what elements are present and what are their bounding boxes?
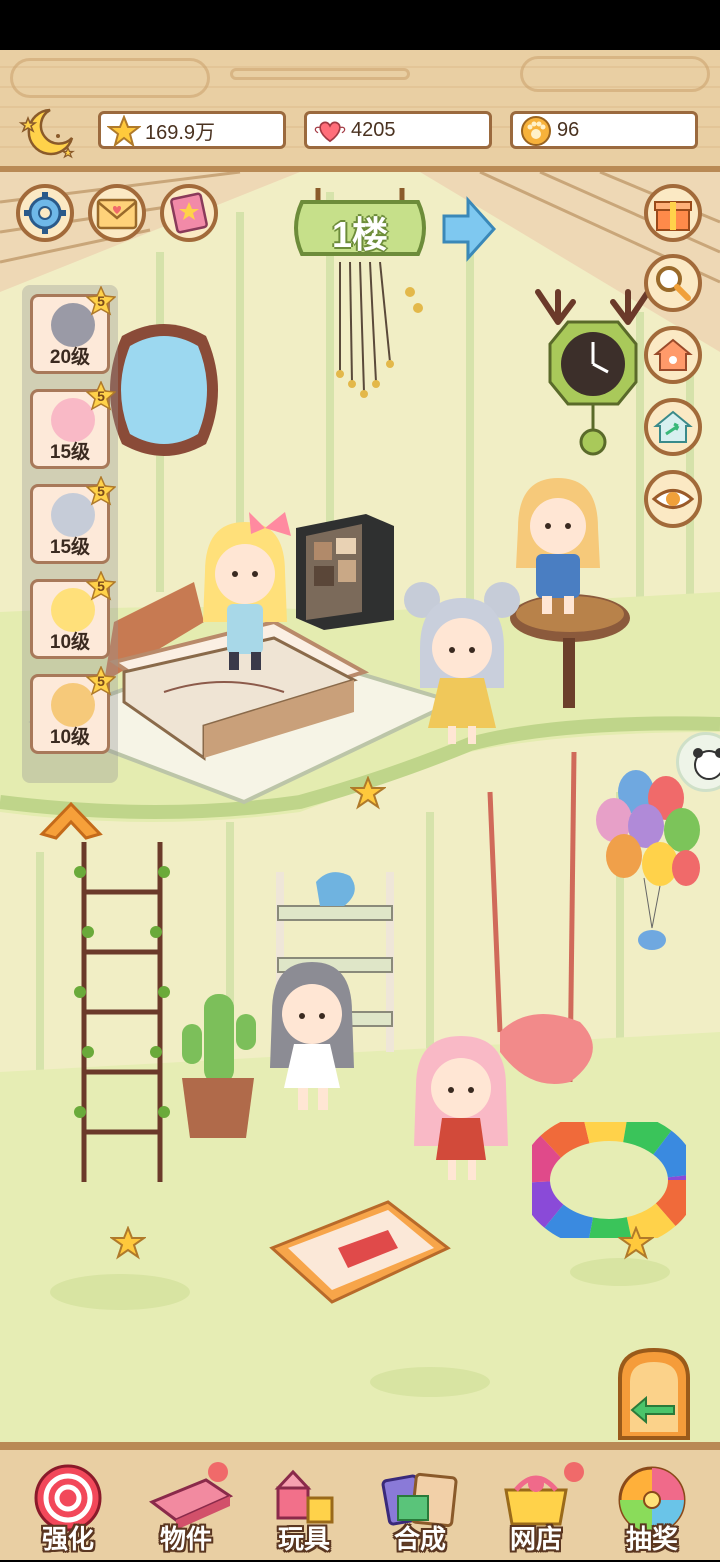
up-arrow-icon[interactable]: [36, 794, 106, 844]
gift-icon: [654, 201, 692, 231]
nav-items-label: 物件: [159, 1524, 212, 1554]
coin-currency-value: 96: [557, 118, 580, 141]
rank-star-count: 5: [97, 578, 105, 594]
view-button[interactable]: [644, 470, 702, 528]
next-floor-arrow-icon[interactable]: [440, 196, 496, 262]
nav-synthesis-button[interactable]: 合成: [370, 1462, 470, 1562]
character-level: 15级: [49, 537, 91, 558]
home-button[interactable]: [644, 326, 702, 384]
heart-currency-value: 4205: [351, 118, 396, 141]
rainbow-swim-ring[interactable]: [532, 1122, 686, 1238]
antler-clock[interactable]: [528, 282, 658, 462]
rank-star-count: 5: [97, 388, 105, 404]
blonde-girl-character[interactable]: [195, 512, 295, 672]
floor-label: 1楼: [331, 214, 389, 255]
bottom-nav-bar: 强化 物件 玩具 合成 网店 抽奖: [0, 1442, 720, 1560]
heart-currency-display: 4205: [304, 111, 492, 149]
character-level: 10级: [49, 632, 91, 653]
nav-toys-label: 玩具: [277, 1524, 330, 1554]
mirror[interactable]: [102, 316, 226, 464]
character-level: 20级: [49, 347, 91, 368]
swing[interactable]: [470, 752, 610, 1112]
search-button[interactable]: [644, 254, 702, 312]
display-cabinet[interactable]: [292, 508, 398, 632]
rank-star-count: 5: [97, 483, 105, 499]
magnifier-icon: [656, 266, 691, 301]
nav-lottery-label: 抽奖: [625, 1524, 678, 1554]
rank-star-count: 5: [97, 673, 105, 689]
floor-mat[interactable]: [268, 1198, 452, 1308]
nav-synthesis-label: 合成: [393, 1524, 446, 1554]
nav-enhance-label: 强化: [41, 1524, 94, 1554]
coin-currency-display: 96: [510, 111, 698, 149]
character-level: 10级: [49, 727, 91, 748]
paw-house-icon: [653, 338, 693, 371]
wind-chime[interactable]: [310, 262, 430, 402]
settings-button[interactable]: [16, 184, 74, 242]
star-book-icon: [170, 192, 208, 234]
moon-icon[interactable]: [18, 104, 78, 160]
star-currency-value: 169.9万: [145, 121, 216, 144]
star-currency-icon: [107, 115, 141, 147]
potted-cactus[interactable]: [176, 988, 260, 1148]
nav-toys-button[interactable]: 玩具: [254, 1462, 354, 1562]
floor-star-icon[interactable]: [350, 776, 386, 810]
star-currency-display: 169.9万: [98, 111, 286, 149]
character-level: 15级: [49, 442, 91, 463]
nav-items-button[interactable]: 物件: [136, 1462, 236, 1562]
nav-shop-button[interactable]: 网店: [486, 1462, 586, 1562]
envelope-icon: [96, 198, 138, 230]
gray-hair-girl-character[interactable]: [262, 948, 362, 1118]
mouse-girl-character[interactable]: [404, 578, 520, 748]
rank-star-count: 5: [97, 293, 105, 309]
overalls-girl-character[interactable]: [510, 468, 606, 618]
gear-icon: [24, 192, 66, 234]
status-bar: [0, 0, 720, 50]
balloon-bunch[interactable]: [594, 768, 706, 968]
nav-shop-label: 网店: [509, 1524, 562, 1554]
share-house-icon: [653, 410, 693, 443]
mail-button[interactable]: [88, 184, 146, 242]
panda-icon: [693, 748, 720, 780]
paw-coin-icon: [521, 116, 551, 146]
share-button[interactable]: [644, 398, 702, 456]
nav-enhance-button[interactable]: 强化: [18, 1462, 118, 1562]
exit-door-button[interactable]: [612, 1346, 696, 1442]
vine-ladder[interactable]: [70, 832, 180, 1192]
eye-icon: [651, 489, 695, 509]
nav-lottery-button[interactable]: 抽奖: [602, 1462, 702, 1562]
floor-star-icon[interactable]: [110, 1226, 146, 1260]
handbook-button[interactable]: [160, 184, 218, 242]
winged-heart-icon: [314, 121, 346, 143]
gift-button[interactable]: [644, 184, 702, 242]
floor-star-icon[interactable]: [618, 1226, 654, 1260]
